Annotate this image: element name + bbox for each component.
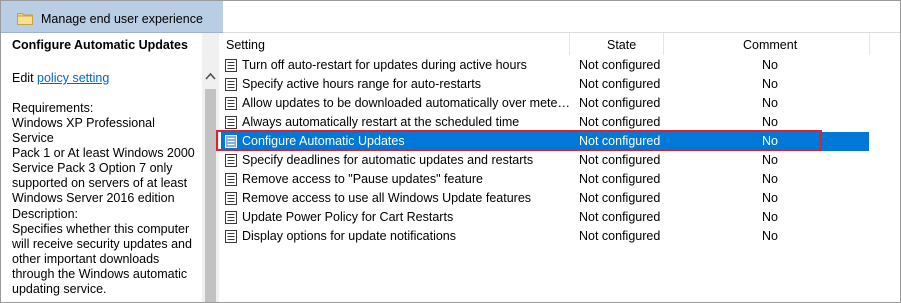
table-row[interactable]: Turn off auto-restart for updates during… xyxy=(221,56,869,75)
comment-cell: No xyxy=(762,77,778,91)
state-cell: Not configured xyxy=(579,96,661,110)
policy-setting-icon xyxy=(225,78,237,91)
comment-cell: No xyxy=(762,115,778,129)
setting-cell: Turn off auto-restart for updates during… xyxy=(242,58,527,72)
table-row[interactable]: Display options for update notifications… xyxy=(221,227,869,246)
description-scrollbar[interactable] xyxy=(202,33,219,302)
chevron-up-icon[interactable] xyxy=(205,69,216,80)
description-pane: Configure Automatic Updates Edit policy … xyxy=(1,33,201,302)
requirements-label: Requirements: xyxy=(12,101,94,115)
state-cell: Not configured xyxy=(579,77,661,91)
requirements-text: Windows XP Professional Service Pack 1 o… xyxy=(12,116,195,205)
policy-setting-icon xyxy=(225,97,237,110)
table-row[interactable]: Remove access to "Pause updates" feature… xyxy=(221,170,869,189)
setting-cell: Remove access to "Pause updates" feature xyxy=(242,172,483,186)
comment-cell: No xyxy=(762,96,778,110)
state-cell: Not configured xyxy=(579,210,661,224)
state-cell: Not configured xyxy=(579,229,661,243)
comment-cell: No xyxy=(762,210,778,224)
folder-icon xyxy=(17,12,33,25)
setting-cell: Remove access to use all Windows Update … xyxy=(242,191,532,205)
column-separator[interactable] xyxy=(663,33,664,55)
table-row[interactable]: Configure Automatic Updates Not configure… xyxy=(221,132,869,151)
table-row[interactable]: Always automatically restart at the sche… xyxy=(221,113,869,132)
policy-setting-icon xyxy=(225,154,237,167)
column-header-row: Setting State Comment xyxy=(221,33,900,55)
setting-cell: Update Power Policy for Cart Restarts xyxy=(242,210,454,224)
column-header-comment[interactable]: Comment xyxy=(743,38,797,52)
window-title: Manage end user experience xyxy=(41,12,203,26)
column-header-state[interactable]: State xyxy=(607,38,636,52)
setting-cell: Specify deadlines for automatic updates … xyxy=(242,153,534,167)
policy-setting-icon xyxy=(225,116,237,129)
policy-setting-icon xyxy=(225,173,237,186)
state-cell: Not configured xyxy=(579,115,661,129)
state-cell: Not configured xyxy=(579,58,661,72)
state-cell: Not configured xyxy=(579,191,661,205)
setting-cell: Configure Automatic Updates xyxy=(242,134,405,148)
group-policy-window: Manage end user experience Configure Aut… xyxy=(0,0,901,303)
comment-cell: No xyxy=(762,229,778,243)
policy-setting-icon xyxy=(225,211,237,224)
table-row[interactable]: Remove access to use all Windows Update … xyxy=(221,189,869,208)
policy-heading: Configure Automatic Updates xyxy=(12,38,188,52)
scrollbar-thumb[interactable] xyxy=(205,89,216,302)
description-text: Specifies whether this computer will rec… xyxy=(12,222,192,296)
state-cell: Not configured xyxy=(579,134,661,148)
table-row[interactable]: Specify deadlines for automatic updates … xyxy=(221,151,869,170)
table-row[interactable]: Update Power Policy for Cart Restarts Not… xyxy=(221,208,869,227)
table-row[interactable]: Specify active hours range for auto-rest… xyxy=(221,75,869,94)
title-tab: Manage end user experience xyxy=(1,1,223,33)
edit-prefix: Edit xyxy=(12,71,38,85)
column-separator[interactable] xyxy=(869,33,870,55)
title-bar: Manage end user experience xyxy=(1,1,900,33)
comment-cell: No xyxy=(762,172,778,186)
setting-cell: Allow updates to be downloaded automatic… xyxy=(242,96,570,110)
setting-cell: Always automatically restart at the sche… xyxy=(242,115,520,129)
comment-cell: No xyxy=(762,153,778,167)
policy-setting-link[interactable]: policy setting xyxy=(37,71,109,85)
state-cell: Not configured xyxy=(579,153,661,167)
table-row[interactable]: Allow updates to be downloaded automatic… xyxy=(221,94,869,113)
setting-cell: Display options for update notifications xyxy=(242,229,457,243)
policy-setting-icon xyxy=(225,135,237,148)
comment-cell: No xyxy=(762,191,778,205)
state-cell: Not configured xyxy=(579,172,661,186)
policy-setting-icon xyxy=(225,192,237,205)
column-header-setting[interactable]: Setting xyxy=(226,38,265,52)
description-label: Description: xyxy=(12,207,78,221)
policy-setting-icon xyxy=(225,59,237,72)
column-separator[interactable] xyxy=(569,33,570,55)
edit-line: Edit policy setting xyxy=(12,71,109,85)
comment-cell: No xyxy=(762,134,778,148)
settings-list: Setting State Comment Turn off auto-rest… xyxy=(221,33,900,302)
comment-cell: No xyxy=(762,58,778,72)
policy-setting-icon xyxy=(225,230,237,243)
setting-cell: Specify active hours range for auto-rest… xyxy=(242,77,482,91)
